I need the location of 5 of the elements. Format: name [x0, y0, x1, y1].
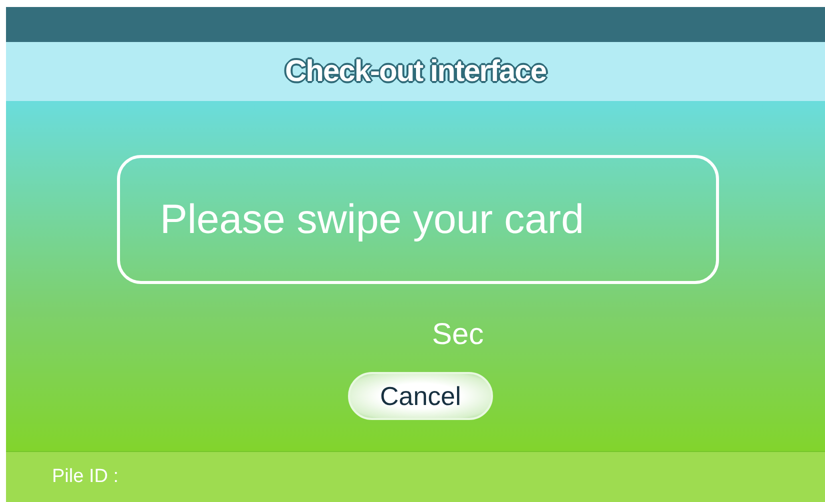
swipe-card-message: Please swipe your card	[160, 196, 584, 243]
cancel-button[interactable]: Cancel	[348, 372, 493, 420]
seconds-label: Sec	[432, 318, 484, 351]
screen-title: Check-out interface	[284, 54, 546, 88]
pile-id-label: Pile ID :	[52, 466, 119, 488]
